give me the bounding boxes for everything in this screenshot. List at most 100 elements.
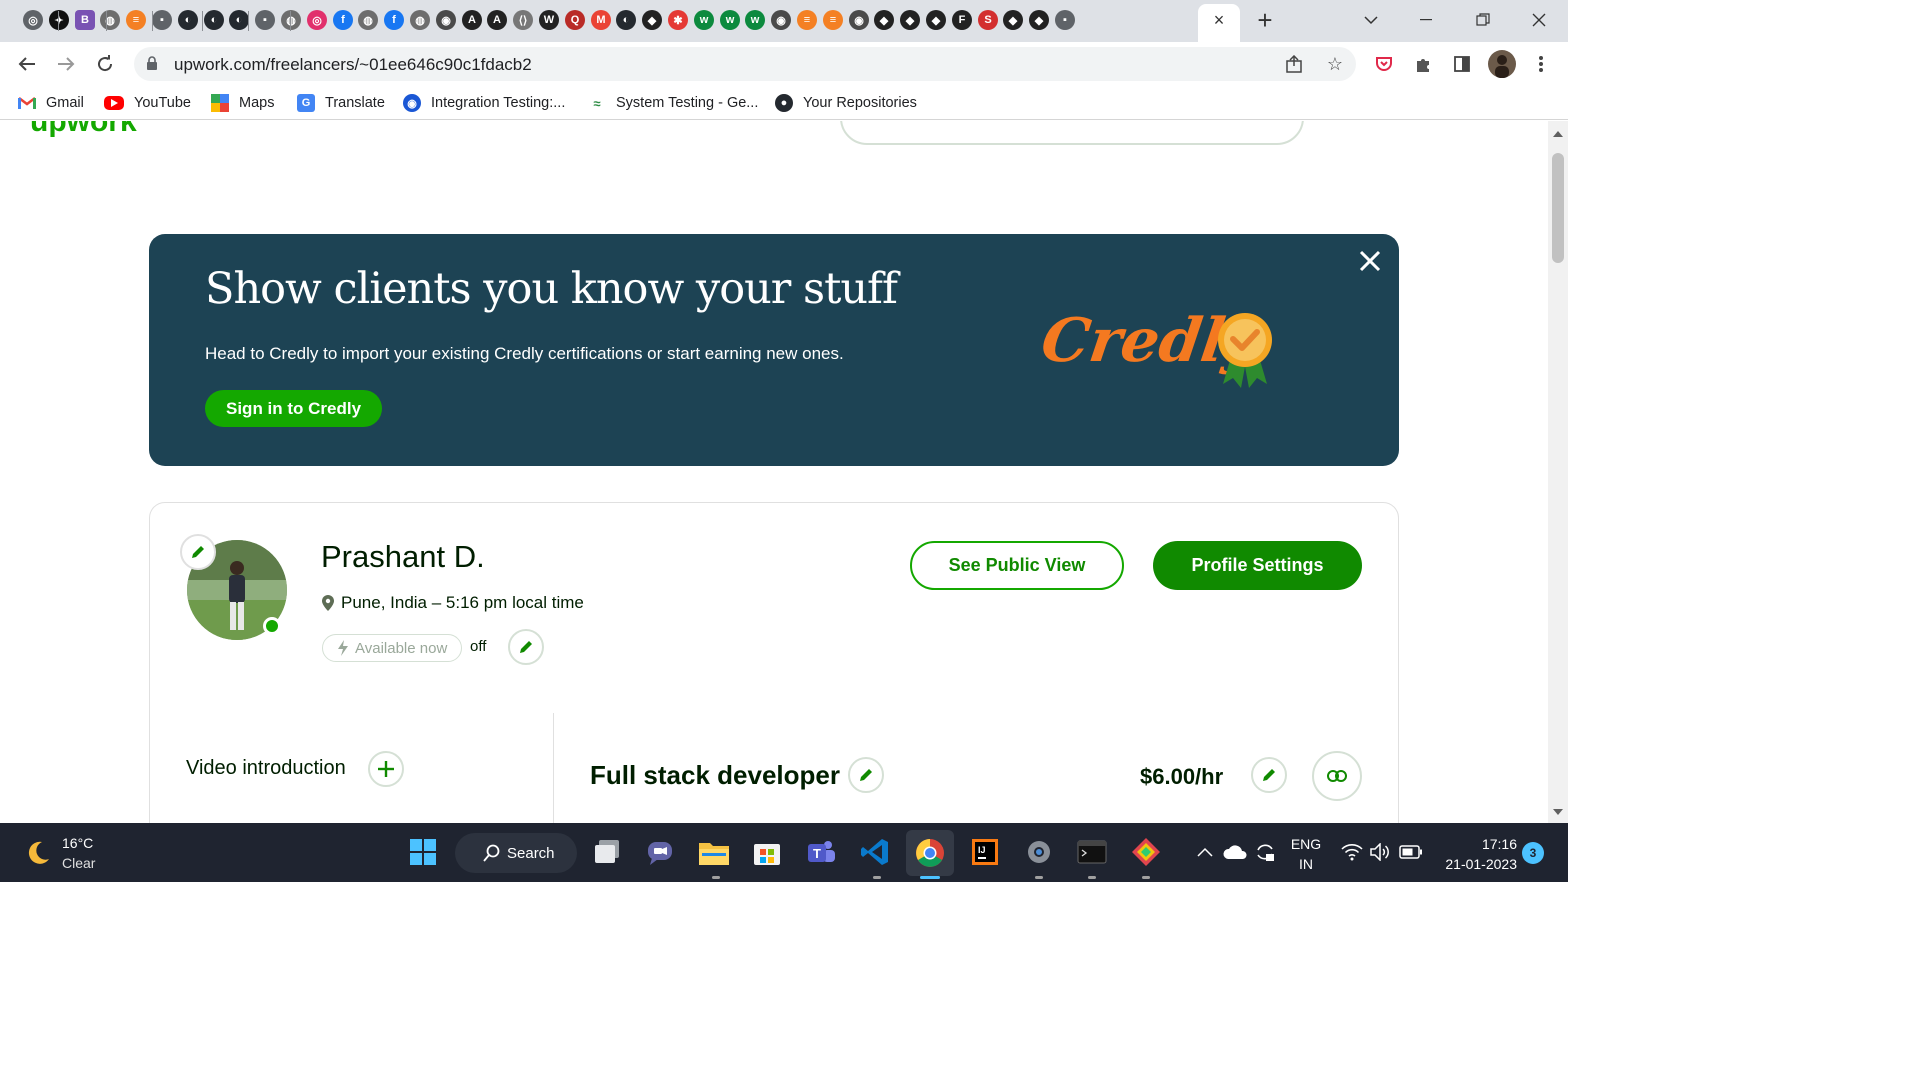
battery-icon[interactable] <box>1398 835 1424 869</box>
page-scrollbar[interactable] <box>1548 121 1568 823</box>
bookmark-system-testing[interactable]: ≈ System Testing - Ge... <box>588 93 758 113</box>
bookmark-gmail[interactable]: Gmail <box>18 93 84 113</box>
globe-icon[interactable]: ◍ <box>358 10 378 30</box>
settings-gear-icon[interactable] <box>1022 835 1056 869</box>
scroll-up-icon[interactable] <box>1553 131 1563 137</box>
minimize-icon[interactable] <box>1412 6 1442 34</box>
codepen-icon[interactable]: ◆ <box>926 10 946 30</box>
bookmark-translate[interactable]: G Translate <box>297 93 385 113</box>
edit-availability-icon[interactable] <box>508 629 544 665</box>
sign-in-credly-button[interactable]: Sign in to Credly <box>205 390 383 427</box>
chrome-icon[interactable]: ◉ <box>436 10 456 30</box>
notification-badge[interactable]: 3 <box>1522 842 1544 864</box>
s-icon[interactable]: S <box>978 10 998 30</box>
github-icon[interactable]: ◐ <box>229 10 249 30</box>
bookmark-star-icon[interactable]: ☆ <box>1324 53 1346 75</box>
wix-icon[interactable]: w <box>694 10 714 30</box>
wix-icon[interactable]: w <box>720 10 740 30</box>
microsoft-store-icon[interactable] <box>750 835 784 869</box>
chevron-up-icon[interactable] <box>1194 835 1216 869</box>
volume-icon[interactable] <box>1368 835 1392 869</box>
file-explorer-icon[interactable] <box>697 835 731 869</box>
git-tool-icon[interactable] <box>1129 835 1163 869</box>
bookmark-youtube[interactable]: YouTube <box>104 93 191 113</box>
codepen-icon[interactable]: ◆ <box>642 10 662 30</box>
extensions-puzzle-icon[interactable] <box>1410 51 1436 77</box>
bootstrap-icon[interactable]: B <box>75 10 95 30</box>
start-icon[interactable] <box>406 835 440 869</box>
url-text[interactable]: upwork.com/freelancers/~01ee646c90c1fdac… <box>174 55 532 75</box>
site-icon[interactable]: ▪ <box>255 10 275 30</box>
stackoverflow-icon[interactable]: ≡ <box>126 10 146 30</box>
codepen-icon[interactable]: ◆ <box>1029 10 1049 30</box>
language-indicator[interactable]: ENG IN <box>1290 836 1322 872</box>
moon-weather-icon[interactable] <box>24 839 52 867</box>
see-public-view-button[interactable]: See Public View <box>910 541 1124 590</box>
chrome-icon[interactable]: ◉ <box>771 10 791 30</box>
facebook-icon[interactable]: f <box>384 10 404 30</box>
close-window-icon[interactable] <box>1524 6 1554 34</box>
taskbar-search[interactable]: Search <box>455 833 577 873</box>
facebook-icon[interactable]: f <box>333 10 353 30</box>
close-tab-icon[interactable]: × <box>1208 9 1230 31</box>
task-view-icon[interactable] <box>590 835 624 869</box>
weather-condition[interactable]: Clear <box>62 855 95 871</box>
edit-rate-icon[interactable] <box>1251 757 1287 793</box>
globe-icon[interactable]: ◍ <box>100 10 120 30</box>
angular-icon[interactable]: A <box>462 10 482 30</box>
banner-close-icon[interactable] <box>1357 250 1383 276</box>
tab-search-icon[interactable] <box>1356 6 1386 34</box>
github-icon[interactable]: ◐ <box>204 10 224 30</box>
sync-icon[interactable] <box>1252 835 1278 869</box>
codepen-icon[interactable]: ◆ <box>900 10 920 30</box>
angular-icon[interactable]: A <box>487 10 507 30</box>
edit-title-icon[interactable] <box>848 757 884 793</box>
copy-link-icon[interactable] <box>1312 751 1362 801</box>
github-icon[interactable]: ◐ <box>616 10 636 30</box>
upwork-logo[interactable]: upwork <box>30 121 137 139</box>
chat-icon[interactable] <box>643 835 677 869</box>
vscode-icon[interactable] <box>858 835 892 869</box>
stackoverflow-icon[interactable]: ≡ <box>823 10 843 30</box>
profile-settings-button[interactable]: Profile Settings <box>1153 541 1362 590</box>
wix-icon[interactable]: w <box>745 10 765 30</box>
address-bar[interactable]: upwork.com/freelancers/~01ee646c90c1fdac… <box>134 47 1356 81</box>
reload-icon[interactable] <box>91 50 119 78</box>
back-icon[interactable] <box>13 50 41 78</box>
stackoverflow-icon[interactable]: ≡ <box>797 10 817 30</box>
restore-icon[interactable] <box>1468 6 1498 34</box>
github-icon[interactable]: ◐ <box>178 10 198 30</box>
quora-icon[interactable]: Q <box>565 10 585 30</box>
weather-temperature[interactable]: 16°C <box>62 835 93 851</box>
generic-icon[interactable]: ◎ <box>23 10 43 30</box>
site-icon[interactable]: ▪ <box>152 10 172 30</box>
edit-avatar-icon[interactable] <box>180 534 216 570</box>
chrome-icon[interactable] <box>906 830 954 876</box>
bookmark-your-repositories[interactable]: ● Your Repositories <box>775 93 917 113</box>
extension-pocket-icon[interactable] <box>1371 51 1397 77</box>
browser-menu-icon[interactable] <box>1528 51 1554 77</box>
availability-badge[interactable]: Available now <box>322 634 463 662</box>
upwork-search-bar[interactable] <box>840 121 1304 145</box>
asterisk-icon[interactable]: ✱ <box>668 10 688 30</box>
codepen-icon[interactable]: ◆ <box>874 10 894 30</box>
globe-icon[interactable]: ◍ <box>410 10 430 30</box>
chrome-icon[interactable]: ◉ <box>849 10 869 30</box>
forward-icon[interactable] <box>52 50 80 78</box>
bookmark-maps[interactable]: Maps <box>211 93 274 113</box>
share-icon[interactable] <box>1284 53 1306 75</box>
intellij-icon[interactable]: IJ <box>968 835 1002 869</box>
site-icon[interactable]: ▪ <box>1055 10 1075 30</box>
wifi-icon[interactable] <box>1340 835 1364 869</box>
instagram-icon[interactable]: ◎ <box>307 10 327 30</box>
scroll-down-icon[interactable] <box>1553 809 1563 815</box>
codepen-icon[interactable]: ◆ <box>1003 10 1023 30</box>
w-icon[interactable]: W <box>539 10 559 30</box>
clock[interactable]: 17:16 21-01-2023 <box>1433 836 1517 872</box>
scroll-thumb[interactable] <box>1552 153 1564 263</box>
onedrive-cloud-icon[interactable] <box>1222 835 1248 869</box>
globe-icon[interactable]: ◍ <box>281 10 301 30</box>
gmail-icon[interactable]: M <box>591 10 611 30</box>
f-icon[interactable]: F <box>952 10 972 30</box>
profile-avatar-icon[interactable] <box>1488 50 1516 78</box>
